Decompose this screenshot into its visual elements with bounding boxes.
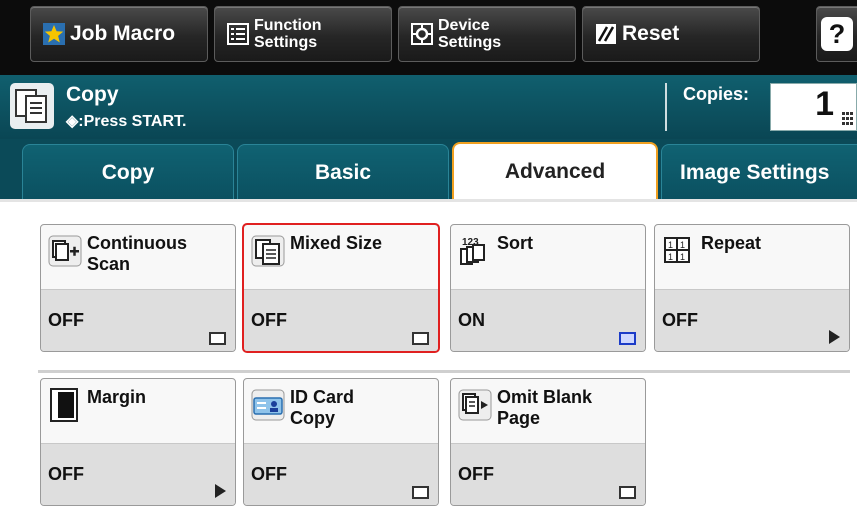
- device-settings-label: Device Settings: [438, 17, 502, 51]
- mixed-size-icon: [251, 235, 285, 267]
- continuous-scan-button[interactable]: Continuous Scan OFF: [40, 224, 236, 352]
- arrow-right-icon: [829, 330, 840, 344]
- id-card-copy-icon: [251, 389, 285, 421]
- sort-icon: 123: [460, 237, 485, 265]
- reset-label: Reset: [622, 22, 680, 45]
- continuous-scan-state: OFF: [48, 310, 84, 330]
- tab-basic[interactable]: Basic: [237, 144, 449, 200]
- id-card-copy-status: OFF: [244, 443, 438, 505]
- copies-value: 1: [815, 85, 834, 123]
- row-divider: [38, 370, 850, 373]
- tab-advanced[interactable]: Advanced: [452, 142, 658, 200]
- popup-indicator-icon: [412, 486, 429, 499]
- reset-button[interactable]: Reset: [582, 6, 760, 62]
- status-divider: [665, 83, 667, 131]
- margin-button[interactable]: Margin OFF: [40, 378, 236, 506]
- sort-status: ON: [451, 289, 645, 351]
- repeat-icon: 1 1 1 1: [664, 237, 690, 263]
- repeat-status: OFF: [655, 289, 849, 351]
- continuous-scan-label: Continuous Scan: [87, 233, 187, 274]
- popup-indicator-icon: [412, 332, 429, 345]
- copies-label: Copies:: [683, 84, 750, 104]
- svg-text:1: 1: [668, 252, 673, 262]
- tab-copy[interactable]: Copy: [22, 144, 234, 200]
- repeat-button[interactable]: 1 1 1 1 Repeat OFF: [654, 224, 850, 352]
- omit-blank-page-status: OFF: [451, 443, 645, 505]
- tab-image-settings[interactable]: Image Settings: [661, 144, 857, 200]
- svg-text:1: 1: [680, 252, 685, 262]
- status-bar: Copy ◈:Press START. Copies: 1: [0, 75, 857, 139]
- continuous-scan-icon: [48, 235, 82, 267]
- status-message: ◈:Press START.: [66, 113, 187, 130]
- sort-label: Sort: [497, 233, 533, 253]
- svg-text:1: 1: [668, 240, 673, 250]
- job-macro-button[interactable]: Job Macro: [30, 6, 208, 62]
- copies-field[interactable]: 1: [770, 83, 857, 131]
- continuous-scan-status: OFF: [41, 289, 235, 351]
- popup-indicator-icon: [619, 486, 636, 499]
- repeat-state: OFF: [662, 310, 698, 330]
- help-icon: ?: [821, 17, 853, 51]
- svg-text:1: 1: [680, 240, 685, 250]
- margin-status: OFF: [41, 443, 235, 505]
- device-settings-icon: [411, 23, 433, 45]
- mixed-size-label: Mixed Size: [290, 233, 383, 253]
- margin-icon: [50, 388, 78, 422]
- device-settings-button[interactable]: Device Settings: [398, 6, 576, 62]
- omit-blank-page-state: OFF: [458, 464, 494, 484]
- mixed-size-state: OFF: [251, 310, 287, 330]
- copy-mode-icon: [10, 83, 54, 129]
- popup-indicator-icon: [619, 332, 636, 345]
- repeat-label: Repeat: [701, 233, 762, 253]
- omit-blank-page-label: Omit Blank Page: [497, 387, 593, 428]
- function-settings-button[interactable]: Function Settings: [214, 6, 392, 62]
- keypad-icon: [842, 112, 853, 125]
- margin-label: Margin: [87, 387, 147, 407]
- star-icon: [43, 23, 65, 45]
- job-macro-label: Job Macro: [70, 22, 176, 45]
- arrow-right-icon: [215, 484, 226, 498]
- copy-screen: Job Macro Function Settings Device Setti…: [0, 0, 857, 519]
- id-card-copy-state: OFF: [251, 464, 287, 484]
- id-card-copy-label: ID Card Copy: [290, 387, 355, 428]
- omit-blank-page-icon: [458, 389, 492, 421]
- tab-underline: [0, 199, 857, 202]
- list-settings-icon: [227, 23, 249, 45]
- id-card-copy-button[interactable]: ID Card Copy OFF: [243, 378, 439, 506]
- mixed-size-status: OFF: [244, 289, 438, 351]
- mode-title: Copy: [66, 83, 119, 106]
- reset-icon: [596, 24, 616, 44]
- sort-button[interactable]: 123 Sort ON: [450, 224, 646, 352]
- function-settings-label: Function Settings: [254, 17, 322, 51]
- sort-state: ON: [458, 310, 485, 330]
- omit-blank-page-button[interactable]: Omit Blank Page OFF: [450, 378, 646, 506]
- margin-state: OFF: [48, 464, 84, 484]
- tab-bar: Copy Basic Advanced Image Settings: [0, 139, 857, 200]
- top-toolbar: Job Macro Function Settings Device Setti…: [0, 0, 857, 75]
- mixed-size-button[interactable]: Mixed Size OFF: [242, 223, 440, 353]
- popup-indicator-icon: [209, 332, 226, 345]
- help-button[interactable]: ?: [816, 6, 857, 62]
